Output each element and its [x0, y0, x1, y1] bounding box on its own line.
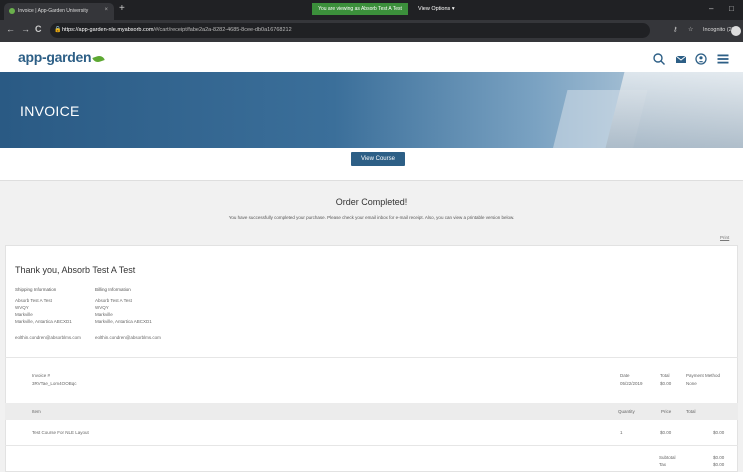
item-total: $0.00 — [713, 430, 725, 435]
tab-title: Invoice | App-Garden University — [18, 8, 89, 14]
thank-you-heading: Thank you, Absorb Test A Test — [15, 265, 136, 275]
shipping-heading: Shipping Information — [15, 287, 57, 292]
forward-button[interactable]: → — [21, 24, 30, 34]
shipping-line: WVQY — [15, 305, 29, 310]
menu-icon[interactable] — [716, 52, 730, 66]
payment-method-label: Payment Method — [686, 373, 721, 378]
new-tab-button[interactable]: + — [119, 3, 125, 14]
billing-heading: Billing Information — [95, 287, 131, 292]
tax-label: Tax — [659, 462, 667, 467]
view-options-dropdown[interactable]: View Options ▾ — [418, 3, 455, 15]
back-button[interactable]: ← — [6, 24, 15, 34]
mail-icon[interactable] — [674, 52, 688, 66]
hero-image-decoration-2 — [605, 72, 743, 148]
column-item: Item — [32, 409, 41, 414]
billing-line: Markville, Antartica ABCXD1 — [95, 319, 152, 324]
leaf-icon — [92, 54, 105, 64]
invoice-total-label: Total — [660, 373, 670, 378]
lock-icon: 🔒 — [54, 27, 62, 33]
shipping-line: Absorb Test A Test — [15, 298, 52, 303]
item-quantity: 1 — [620, 430, 623, 435]
shipping-email: eolthin.condren@absorblms.com — [15, 335, 81, 340]
tax-value: $0.00 — [713, 462, 725, 467]
bookmark-star-icon[interactable]: ☆ — [688, 26, 693, 33]
billing-email: eolthin.condren@absorblms.com — [95, 335, 161, 340]
subtotal-label: Subtotal — [659, 455, 676, 460]
item-price: $0.00 — [660, 430, 672, 435]
site-logo[interactable]: app-garden — [18, 49, 105, 65]
divider — [5, 445, 738, 446]
item-name: Test Course For NLE Layout — [32, 430, 89, 435]
impersonation-banner: You are viewing as Absorb Test A Test — [312, 3, 408, 15]
column-price: Price — [661, 409, 672, 414]
url-input[interactable]: 🔒 https://app-garden-nle.myabsorb.com/#/… — [50, 23, 650, 38]
billing-line: WVQY — [95, 305, 109, 310]
key-icon[interactable]: ⚷ — [673, 26, 677, 33]
print-link[interactable]: Print — [720, 235, 729, 240]
page-title: INVOICE — [20, 103, 80, 119]
billing-line: Markville — [95, 312, 113, 317]
order-completed-message: You have successfully completed your pur… — [228, 215, 515, 220]
hero-banner: INVOICE — [0, 72, 743, 148]
maximize-icon[interactable]: □ — [729, 4, 734, 13]
site-header: app-garden — [0, 42, 743, 72]
invoice-number-label: Invoice # — [32, 373, 51, 378]
billing-line: Absorb Test A Test — [95, 298, 132, 303]
reload-button[interactable]: C — [35, 24, 42, 34]
invoice-date-label: Date — [620, 373, 630, 378]
order-completed-title: Order Completed! — [335, 197, 408, 207]
address-bar: ← → C 🔒 https://app-garden-nle.myabsorb.… — [0, 20, 743, 42]
tab-close-icon[interactable]: × — [104, 7, 108, 13]
shipping-line: Markville, Antartica ABCXD1 — [15, 319, 72, 324]
browser-tab[interactable]: Invoice | App-Garden University × — [4, 3, 114, 20]
browser-tab-bar: Invoice | App-Garden University × + You … — [0, 0, 743, 20]
column-quantity: Quantity — [618, 409, 635, 414]
url-host: https://app-garden-nle.myabsorb.com — [62, 27, 154, 33]
payment-method: None — [686, 381, 697, 386]
user-profile-icon[interactable] — [694, 52, 708, 66]
logo-text: app-garden — [18, 49, 92, 65]
invoice-total: $0.00 — [660, 381, 672, 386]
favicon-icon — [9, 8, 15, 14]
incognito-avatar-icon[interactable] — [731, 26, 741, 36]
column-total: Total — [686, 409, 696, 414]
url-path: /#/cart/receipt/fabe2a2a-8282-4685-8cee-… — [153, 27, 292, 33]
invoice-date: 05/22/2019 — [620, 381, 643, 386]
shipping-line: Markville — [15, 312, 33, 317]
incognito-label[interactable]: Incognito (2) — [703, 27, 734, 33]
search-icon[interactable] — [652, 52, 666, 66]
minimize-icon[interactable]: – — [709, 4, 713, 13]
divider — [5, 357, 738, 358]
invoice-number: 3RVTae_Lom4OOBqc — [32, 381, 77, 386]
subtotal-value: $0.00 — [713, 455, 725, 460]
invoice-card — [5, 245, 738, 472]
view-course-button[interactable]: View Course — [351, 152, 405, 166]
